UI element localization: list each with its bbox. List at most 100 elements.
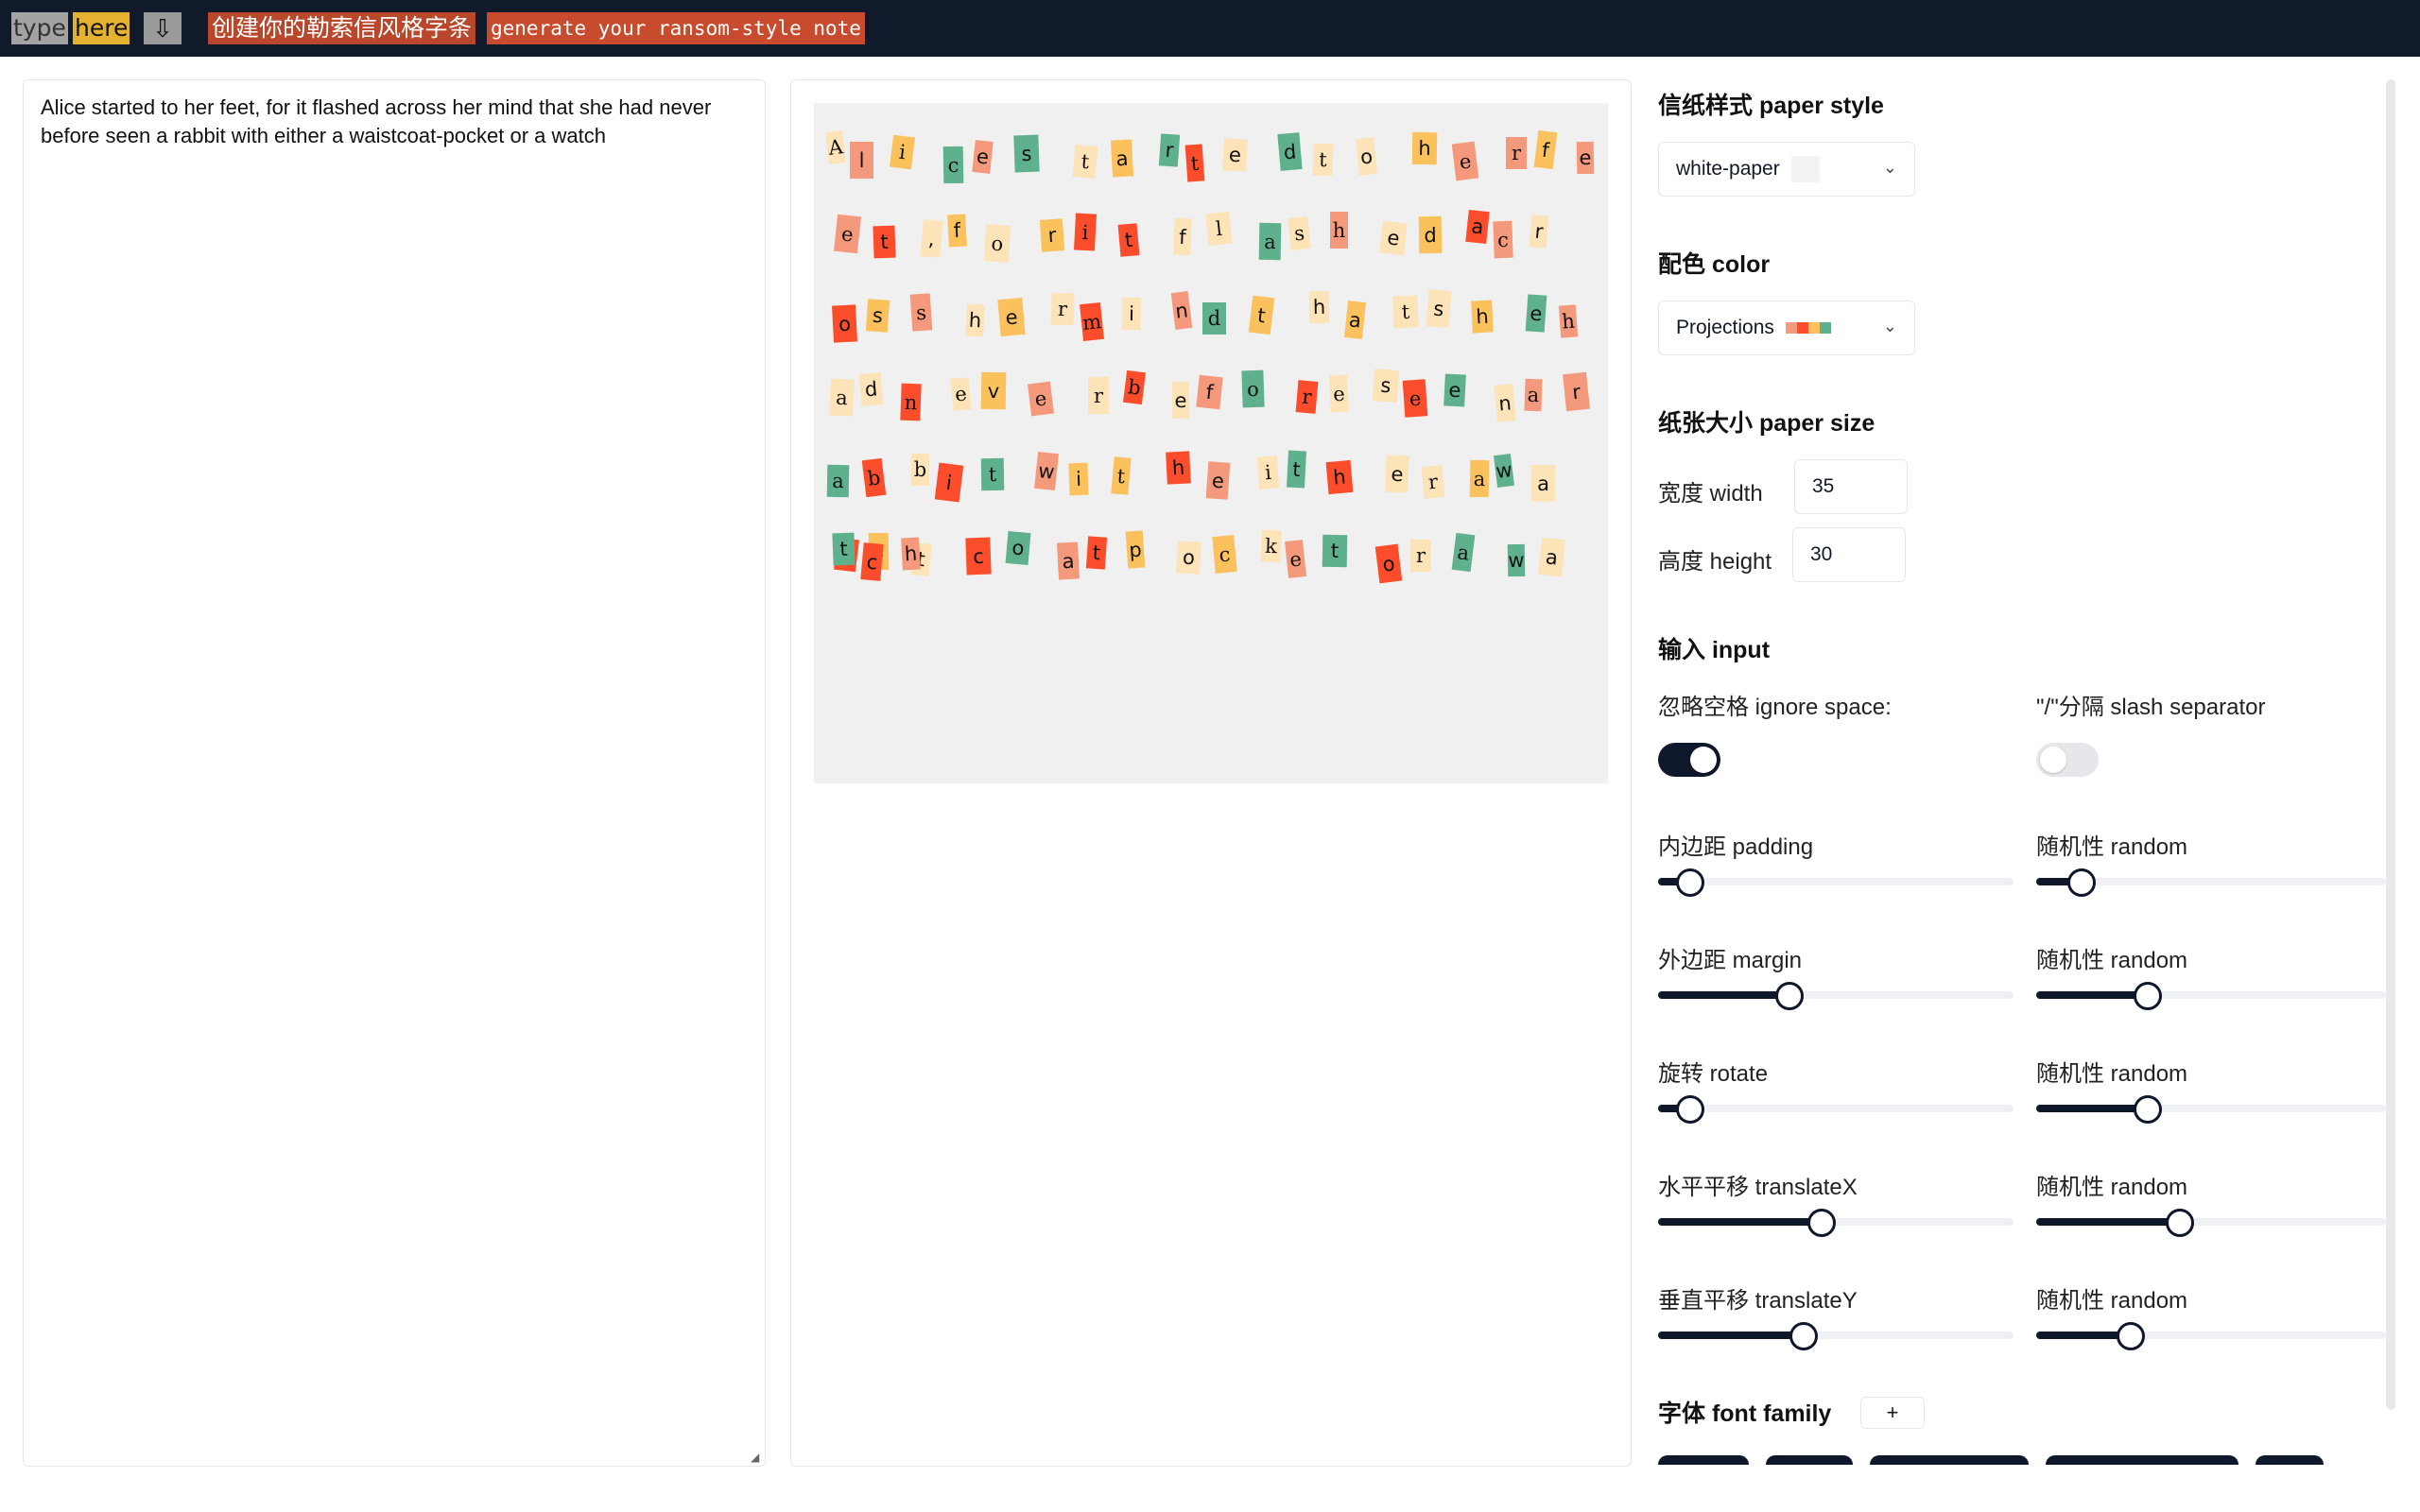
- ransom-letter: r: [1050, 292, 1075, 326]
- paper-swatch: [1790, 156, 1820, 182]
- slider-thumb[interactable]: [1676, 868, 1704, 897]
- ransom-letter: ,: [920, 219, 943, 258]
- ransom-letter: e: [1222, 138, 1248, 172]
- paper-style-select[interactable]: white-paper ⌄: [1658, 142, 1915, 197]
- ransom-letter: a: [1258, 222, 1282, 261]
- ransom-letter: k: [1260, 529, 1282, 563]
- ransom-letter: t: [980, 457, 1005, 491]
- slider-thumb[interactable]: [2166, 1209, 2194, 1237]
- ransom-letter: i: [1256, 455, 1280, 490]
- value-slider[interactable]: [1658, 1321, 2014, 1350]
- ransom-letter: e: [1451, 141, 1479, 181]
- slider-thumb[interactable]: [2067, 868, 2096, 897]
- slider-thumb[interactable]: [1775, 982, 1804, 1010]
- font-chip[interactable]: [2256, 1455, 2324, 1465]
- slider-track: [1658, 878, 2014, 885]
- ransom-letter: t: [1286, 450, 1307, 489]
- color-select[interactable]: Projections ⌄: [1658, 301, 1915, 355]
- slider-label: 随机性 random: [2036, 834, 2188, 860]
- value-slider[interactable]: [1658, 1094, 2014, 1124]
- slider-fill: [2036, 1218, 2180, 1226]
- ransom-letter: t: [873, 225, 896, 259]
- ransom-letter: s: [865, 299, 890, 333]
- slider-label: 水平平移 translateX: [1658, 1175, 1858, 1200]
- height-input[interactable]: 30: [1792, 527, 1906, 582]
- ransom-letter: e: [1385, 455, 1409, 493]
- color-heading: 配色 color: [1658, 251, 1771, 278]
- ransom-letter: h: [1411, 131, 1438, 165]
- ransom-letter: a: [1531, 465, 1555, 502]
- slider-thumb[interactable]: [1807, 1209, 1836, 1237]
- ransom-letter: t: [1322, 534, 1348, 568]
- random-slider[interactable]: [2036, 981, 2386, 1010]
- slash-separator-label: "/"分隔 slash separator: [2036, 695, 2266, 720]
- font-chip[interactable]: [1870, 1455, 2029, 1465]
- palette-color: [1819, 322, 1831, 334]
- slider-thumb[interactable]: [2117, 1322, 2145, 1350]
- ransom-letter: h: [1558, 304, 1579, 338]
- slider-thumb[interactable]: [2134, 982, 2162, 1010]
- download-icon[interactable]: ⇩: [144, 12, 182, 44]
- width-label: 宽度 width: [1658, 481, 1763, 507]
- resize-handle-icon[interactable]: ◢: [751, 1452, 762, 1463]
- ignore-space-toggle[interactable]: [1658, 743, 1720, 777]
- font-chip[interactable]: [1658, 1455, 1749, 1465]
- ransom-letter: e: [1205, 461, 1231, 500]
- ransom-letter: e: [1285, 540, 1306, 578]
- font-family-heading: 字体 font family: [1658, 1400, 1832, 1427]
- slider-label: 随机性 random: [2036, 1288, 2188, 1314]
- ransom-letter: m: [1080, 301, 1104, 342]
- slider-fill: [1658, 991, 1789, 999]
- ransom-letter: e: [950, 377, 972, 411]
- ransom-letter: h: [1166, 451, 1191, 485]
- value-slider[interactable]: [1658, 981, 2014, 1010]
- slider-label: 内边距 padding: [1658, 834, 1814, 860]
- add-font-button[interactable]: +: [1860, 1397, 1925, 1429]
- ransom-letter: i: [934, 462, 964, 503]
- ransom-letter: a: [1344, 301, 1366, 339]
- ransom-letter: w: [1507, 543, 1526, 577]
- ransom-letter: b: [861, 457, 887, 498]
- scrollbar[interactable]: [2386, 79, 2395, 1410]
- settings-panel: 信纸样式 paper style white-paper ⌄ 配色 color …: [1658, 79, 2395, 1467]
- random-slider[interactable]: [2036, 868, 2386, 897]
- paper-size-heading: 纸张大小 paper size: [1658, 410, 1876, 437]
- ransom-letter: o: [1356, 137, 1377, 176]
- random-slider[interactable]: [2036, 1208, 2386, 1237]
- ransom-letter: t: [1392, 295, 1419, 329]
- font-chip[interactable]: [2046, 1455, 2238, 1465]
- slider-fill: [1658, 1332, 1804, 1339]
- ransom-letter: o: [1005, 531, 1031, 565]
- text-input[interactable]: Alice started to her feet, for it flashe…: [23, 79, 766, 1467]
- ransom-letter: w: [1034, 451, 1059, 491]
- ransom-letter: r: [1506, 137, 1527, 169]
- ransom-letter: p: [1125, 530, 1146, 569]
- ransom-letter: r: [1088, 377, 1109, 414]
- value-slider[interactable]: [1658, 868, 2014, 897]
- ransom-letter: v: [980, 371, 1007, 410]
- slider-thumb[interactable]: [1676, 1095, 1704, 1124]
- ransom-letter: r: [1039, 218, 1065, 252]
- value-slider[interactable]: [1658, 1208, 2014, 1237]
- ransom-letter: e: [1171, 381, 1190, 420]
- slash-separator-toggle[interactable]: [2036, 743, 2099, 777]
- random-slider[interactable]: [2036, 1094, 2386, 1124]
- ransom-note-paper: Alicestartedtoherfeet,foritflashedacross…: [814, 103, 1608, 783]
- title-piece-here: here: [73, 12, 130, 44]
- ransom-letter: s: [1426, 289, 1452, 328]
- ransom-letter: e: [1028, 381, 1054, 417]
- font-chip[interactable]: [1766, 1455, 1853, 1465]
- ransom-letter: r: [1410, 540, 1431, 572]
- width-input[interactable]: 35: [1794, 459, 1908, 514]
- text-input-value[interactable]: Alice started to her feet, for it flashe…: [41, 94, 750, 150]
- ransom-letter: r: [1158, 133, 1181, 167]
- ransom-letter: r: [1295, 380, 1319, 414]
- ransom-letter: o: [1374, 543, 1403, 584]
- ransom-letter: t: [1184, 144, 1205, 182]
- palette-swatch: [1785, 322, 1831, 334]
- slider-thumb[interactable]: [1789, 1322, 1818, 1350]
- random-slider[interactable]: [2036, 1321, 2386, 1350]
- ransom-letter: r: [1421, 464, 1445, 500]
- slider-thumb[interactable]: [2134, 1095, 2162, 1124]
- ransom-letter: t: [1085, 536, 1108, 570]
